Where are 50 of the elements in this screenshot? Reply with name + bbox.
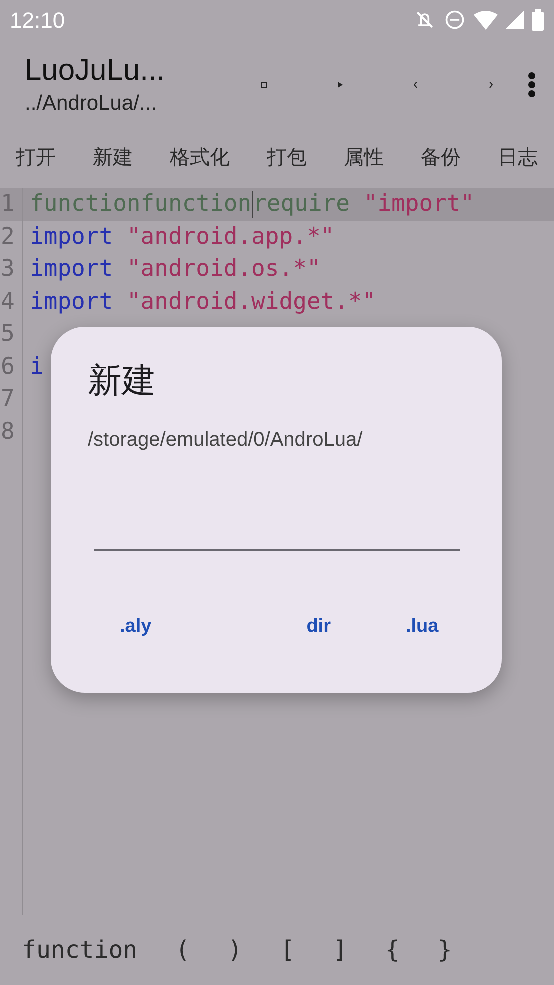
- signal-icon: [506, 11, 524, 29]
- dialog-button[interactable]: .lua: [406, 613, 439, 642]
- symbol-key[interactable]: ]: [332, 932, 348, 968]
- undo-icon[interactable]: [414, 82, 418, 88]
- code-token: "import": [364, 190, 475, 219]
- line-number: 8: [0, 418, 16, 446]
- save-icon[interactable]: [260, 82, 266, 88]
- symbol-key[interactable]: {: [385, 932, 400, 968]
- code-token: i: [30, 352, 44, 382]
- symbol-key[interactable]: }: [438, 932, 452, 968]
- more-icon[interactable]: [528, 72, 536, 98]
- line-number: 3: [0, 255, 16, 284]
- menu-button[interactable]: 打开: [16, 143, 56, 173]
- bell-off-icon: [414, 9, 436, 31]
- code-token: "android.widget.*": [126, 288, 376, 316]
- line-number: 6: [0, 352, 16, 382]
- code-token: import: [30, 222, 114, 252]
- dialog-message: /storage/emulated/0/AndroLua/: [88, 428, 364, 453]
- menu-button[interactable]: 打包: [267, 143, 307, 173]
- dialog-title: 新建: [88, 361, 157, 401]
- do-not-disturb-icon: [444, 9, 466, 31]
- code-token: require: [253, 190, 351, 219]
- code-token: import: [30, 255, 114, 284]
- line-number: 5: [0, 320, 16, 349]
- menu-button[interactable]: 属性: [344, 143, 384, 173]
- code-token: "android.os.*": [126, 255, 321, 284]
- line-number: 2: [0, 222, 16, 252]
- symbol-key[interactable]: function: [22, 932, 138, 968]
- battery-icon: [532, 9, 544, 31]
- line-number: 4: [0, 288, 16, 316]
- redo-icon[interactable]: [488, 82, 492, 88]
- wifi-icon: [474, 10, 498, 30]
- app-subtitle: ../AndroLua/...: [25, 91, 158, 117]
- menu-button[interactable]: 新建: [93, 143, 133, 173]
- symbol-key[interactable]: (: [176, 932, 190, 968]
- code-token: import: [30, 288, 114, 316]
- app-title: LuoJuLu...: [25, 53, 166, 89]
- text-cursor: [252, 190, 254, 218]
- code-token: functionfunction: [30, 190, 252, 219]
- symbol-key[interactable]: ): [228, 932, 242, 968]
- menu-button[interactable]: 日志: [498, 143, 538, 173]
- dialog-button[interactable]: dir: [306, 613, 331, 642]
- line-number: 7: [0, 385, 16, 414]
- code-token: "android.app.*": [126, 222, 335, 252]
- symbol-key[interactable]: [: [280, 932, 295, 968]
- menu-button[interactable]: 格式化: [170, 143, 230, 173]
- menu-button[interactable]: 备份: [421, 143, 461, 173]
- play-icon[interactable]: [338, 82, 342, 88]
- dialog-button[interactable]: .aly: [120, 613, 152, 642]
- status-time: 12:10: [10, 6, 66, 34]
